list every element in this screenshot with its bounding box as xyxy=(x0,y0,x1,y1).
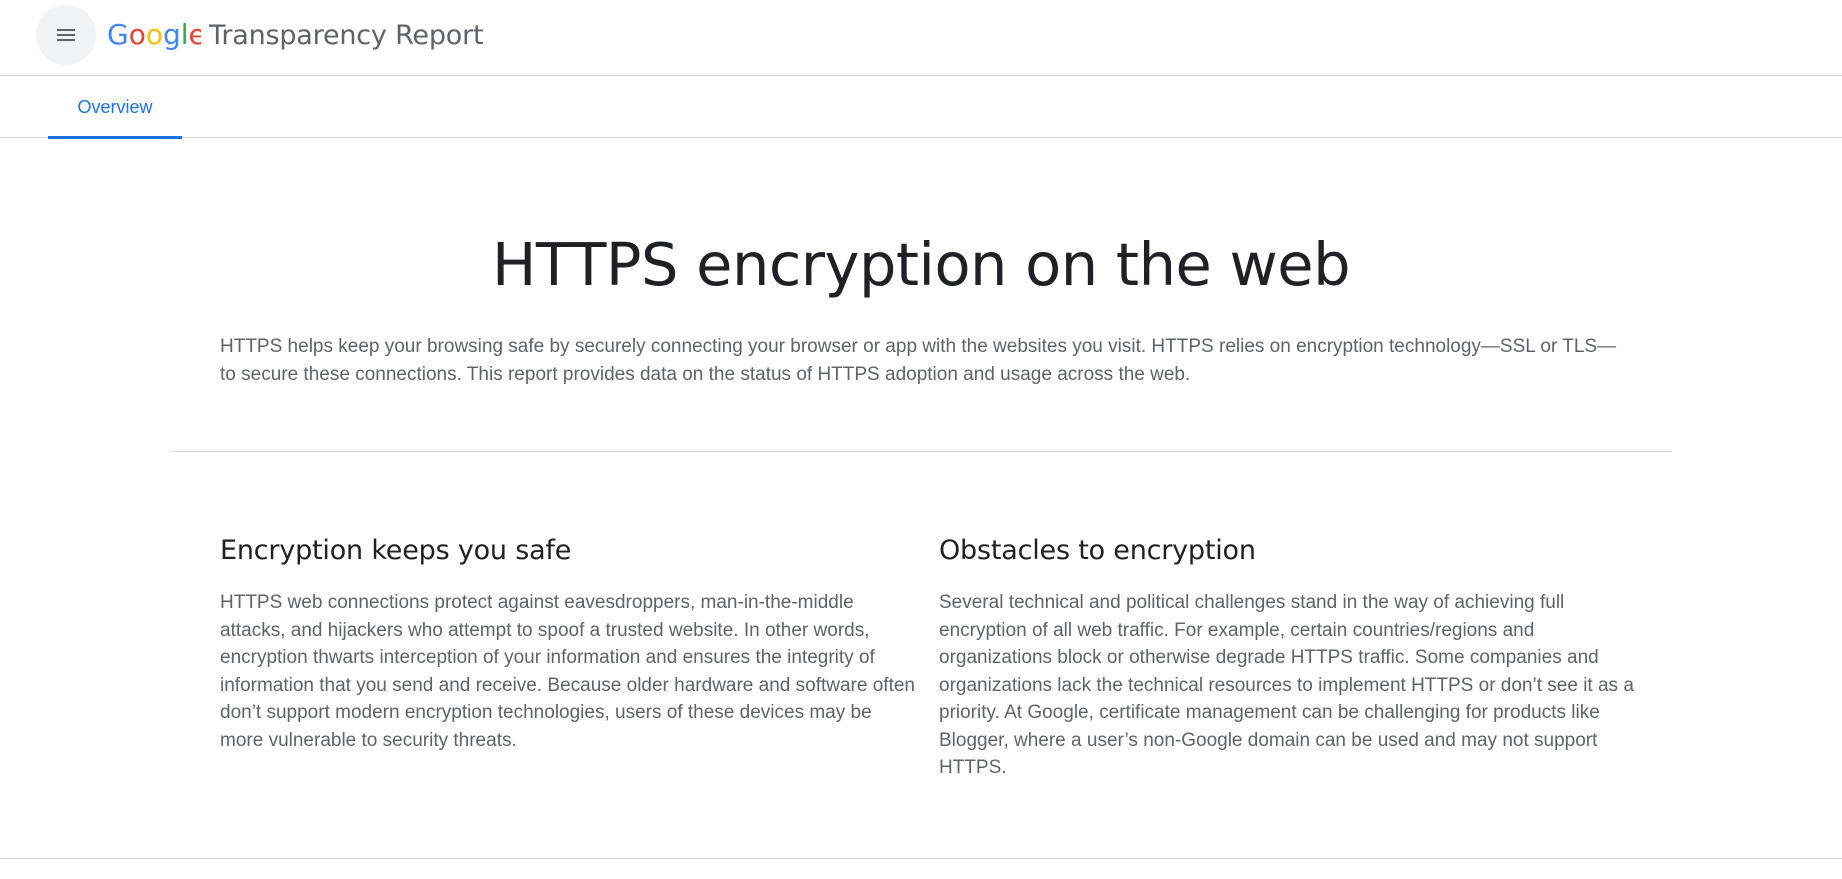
section-body: HTTPS web connections protect against ea… xyxy=(220,592,915,751)
intro-paragraph: HTTPS helps keep your browsing safe by s… xyxy=(220,336,1617,385)
hamburger-menu-icon xyxy=(57,29,75,41)
top-app-bar: Google Transparency Report xyxy=(0,0,1842,76)
google-logo: Google xyxy=(107,18,201,51)
footer-divider xyxy=(0,858,1842,859)
section-divider xyxy=(170,451,1672,452)
page-title: HTTPS encryption on the web xyxy=(491,230,1351,299)
main-menu-button[interactable] xyxy=(36,5,96,65)
transparency-report-home-link[interactable]: Google Transparency Report xyxy=(107,13,484,57)
active-tab-indicator xyxy=(48,136,182,139)
product-name: Transparency Report xyxy=(209,19,484,51)
section-heading: Encryption keeps you safe xyxy=(220,535,572,566)
tab-bar: Overview xyxy=(0,77,1842,139)
section-body: Several technical and political challeng… xyxy=(939,592,1634,778)
tab-overview[interactable]: Overview xyxy=(48,77,182,139)
tab-overview-label: Overview xyxy=(77,97,153,117)
section-obstacles-to-encryption: Obstacles to encryption Several technica… xyxy=(939,531,1639,782)
section-encryption-keeps-you-safe: Encryption keeps you safe HTTPS web conn… xyxy=(220,531,920,754)
section-heading: Obstacles to encryption xyxy=(939,535,1256,566)
svg-text:Google: Google xyxy=(107,18,201,51)
